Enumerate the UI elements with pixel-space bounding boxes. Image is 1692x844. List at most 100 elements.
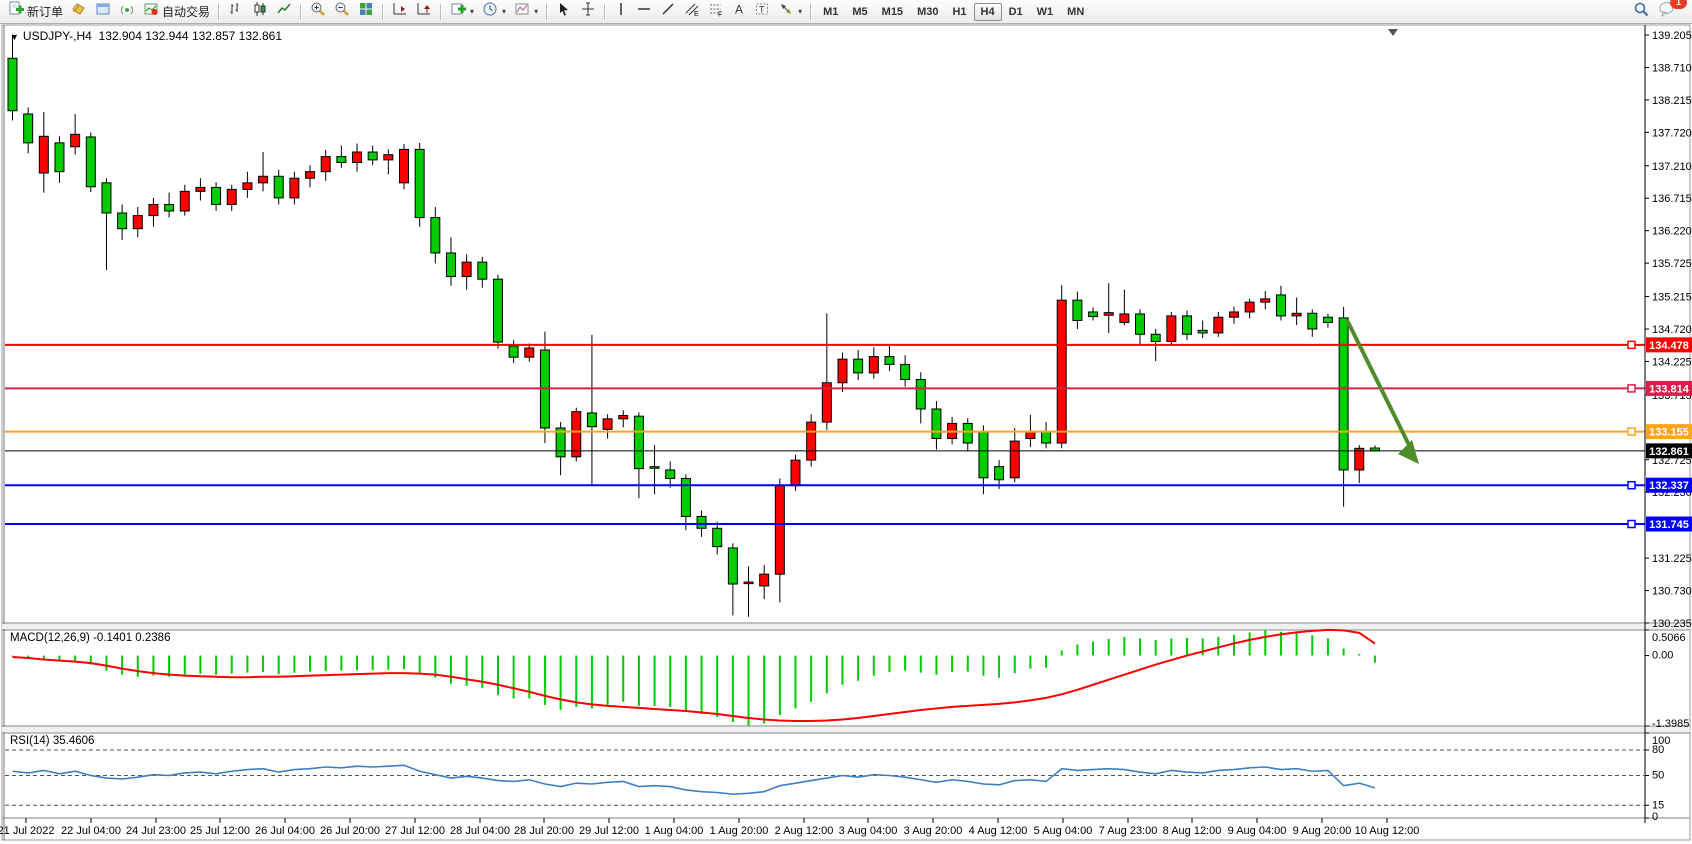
svg-text:T: T — [759, 5, 765, 15]
svg-text:26 Jul 04:00: 26 Jul 04:00 — [255, 825, 315, 837]
rsi-name: RSI(14) — [10, 735, 50, 747]
chart-shift-button[interactable] — [412, 1, 436, 23]
svg-text:24 Jul 23:00: 24 Jul 23:00 — [126, 825, 186, 837]
svg-text:130.235: 130.235 — [1652, 618, 1692, 630]
svg-text:3 Aug 04:00: 3 Aug 04:00 — [839, 825, 898, 837]
candlestick-icon — [252, 1, 268, 22]
line-chart-icon — [276, 1, 292, 22]
new-order-icon — [8, 1, 24, 22]
equidistant-channel-tool[interactable]: E — [680, 1, 704, 23]
svg-text:130.730: 130.730 — [1652, 586, 1692, 598]
svg-text:2 Aug 12:00: 2 Aug 12:00 — [775, 825, 834, 837]
templates-button[interactable]: ▾ — [510, 1, 542, 23]
chart-canvas[interactable]: 139.205138.710138.215137.720137.210136.7… — [0, 24, 1692, 844]
vertical-line-icon — [614, 1, 628, 22]
svg-text:131.225: 131.225 — [1652, 553, 1692, 565]
text-label-icon: T — [754, 1, 770, 22]
svg-text:0: 0 — [1652, 811, 1658, 823]
svg-text:A: A — [735, 3, 743, 17]
macd-values: -0.1401 0.2386 — [93, 632, 170, 644]
tile-windows-button[interactable] — [354, 1, 378, 23]
symbol-label: USDJPY-,H4 — [23, 29, 92, 43]
fibonacci-icon: F — [708, 1, 724, 22]
fibonacci-tool[interactable]: F — [704, 1, 728, 23]
horizontal-line-icon — [636, 1, 652, 22]
text-tool[interactable]: A — [728, 1, 750, 23]
chart-window: 139.205138.710138.215137.720137.210136.7… — [0, 24, 1692, 844]
main-toolbar: 新订单 自动交易 — [0, 0, 1692, 24]
svg-text:137.720: 137.720 — [1652, 127, 1692, 139]
svg-text:3 Aug 20:00: 3 Aug 20:00 — [904, 825, 963, 837]
auto-trading-icon — [143, 1, 159, 22]
text-icon: A — [732, 1, 746, 22]
cursor-arrow-icon — [556, 1, 572, 22]
timeframe-w1-button[interactable]: W1 — [1030, 3, 1061, 21]
new-order-label: 新订单 — [27, 3, 63, 20]
zoom-in-button[interactable] — [306, 1, 330, 23]
text-label-tool[interactable]: T — [750, 1, 774, 23]
svg-text:133.155: 133.155 — [1649, 427, 1689, 439]
macd-indicator-label: MACD(12,26,9) -0.1401 0.2386 — [10, 632, 170, 644]
channel-icon: E — [684, 1, 700, 22]
timeframe-d1-button[interactable]: D1 — [1002, 3, 1030, 21]
svg-text:10 Aug 12:00: 10 Aug 12:00 — [1355, 825, 1420, 837]
auto-trading-label: 自动交易 — [162, 3, 210, 20]
line-chart-type-button[interactable] — [272, 1, 296, 23]
rsi-indicator-label: RSI(14) 35.4606 — [10, 735, 94, 747]
auto-scroll-button[interactable] — [388, 1, 412, 23]
svg-text:22 Jul 04:00: 22 Jul 04:00 — [61, 825, 121, 837]
zoom-out-button[interactable] — [330, 1, 354, 23]
svg-text:134.225: 134.225 — [1652, 356, 1692, 368]
signals-button[interactable] — [115, 1, 139, 23]
svg-text:132.861: 132.861 — [1649, 446, 1689, 458]
market-watch-icon — [95, 1, 111, 22]
auto-trading-button[interactable]: 自动交易 — [139, 1, 214, 23]
arrows-icon — [778, 1, 794, 22]
vertical-line-tool[interactable] — [610, 1, 632, 23]
zoom-out-icon — [334, 1, 350, 22]
svg-text:135.725: 135.725 — [1652, 258, 1692, 270]
auto-scroll-icon — [392, 1, 408, 22]
periods-button[interactable]: ▾ — [478, 1, 510, 23]
svg-text:131.745: 131.745 — [1649, 519, 1689, 531]
gold-cube-icon — [71, 1, 87, 22]
svg-text:26 Jul 20:00: 26 Jul 20:00 — [320, 825, 380, 837]
svg-text:E: E — [694, 11, 699, 17]
bar-chart-type-button[interactable] — [224, 1, 248, 23]
svg-text:136.715: 136.715 — [1652, 193, 1692, 205]
timeframe-m30-button[interactable]: M30 — [910, 3, 945, 21]
svg-text:15: 15 — [1652, 799, 1664, 811]
timeframe-h1-button[interactable]: H1 — [945, 3, 973, 21]
symbol-dropdown-icon[interactable]: ▼ — [10, 32, 19, 42]
macd-name: MACD(12,26,9) — [10, 632, 90, 644]
search-button[interactable] — [1629, 1, 1654, 23]
market-watch-button[interactable] — [91, 1, 115, 23]
dropdown-caret-icon: ▾ — [798, 7, 802, 16]
timeframe-mn-button[interactable]: MN — [1060, 3, 1091, 21]
timeframe-m15-button[interactable]: M15 — [875, 3, 910, 21]
indicators-button[interactable]: ▾ — [446, 1, 478, 23]
cursor-button[interactable] — [552, 1, 576, 23]
bar-chart-icon — [228, 1, 244, 22]
toolbar-separator — [300, 4, 302, 20]
chart-profiles-button[interactable] — [67, 1, 91, 23]
toolbar-separator — [382, 4, 384, 20]
svg-text:9 Aug 20:00: 9 Aug 20:00 — [1293, 825, 1352, 837]
notifications-button[interactable]: 1 — [1654, 1, 1680, 23]
trendline-tool[interactable] — [656, 1, 680, 23]
crosshair-icon — [580, 1, 596, 22]
svg-text:-1.3985: -1.3985 — [1652, 718, 1689, 730]
candlestick-type-button[interactable] — [248, 1, 272, 23]
svg-text:5 Aug 04:00: 5 Aug 04:00 — [1034, 825, 1093, 837]
timeframe-m1-button[interactable]: M1 — [816, 3, 845, 21]
horizontal-line-tool[interactable] — [632, 1, 656, 23]
toolbar-separator — [810, 4, 812, 20]
svg-text:27 Jul 12:00: 27 Jul 12:00 — [385, 825, 445, 837]
timeframe-h4-button[interactable]: H4 — [974, 3, 1002, 21]
timeframe-m5-button[interactable]: M5 — [845, 3, 874, 21]
toolbar-separator — [218, 4, 220, 20]
arrows-tool[interactable]: ▾ — [774, 1, 806, 23]
dropdown-caret-icon: ▾ — [534, 7, 538, 16]
crosshair-button[interactable] — [576, 1, 600, 23]
new-order-button[interactable]: 新订单 — [4, 1, 67, 23]
